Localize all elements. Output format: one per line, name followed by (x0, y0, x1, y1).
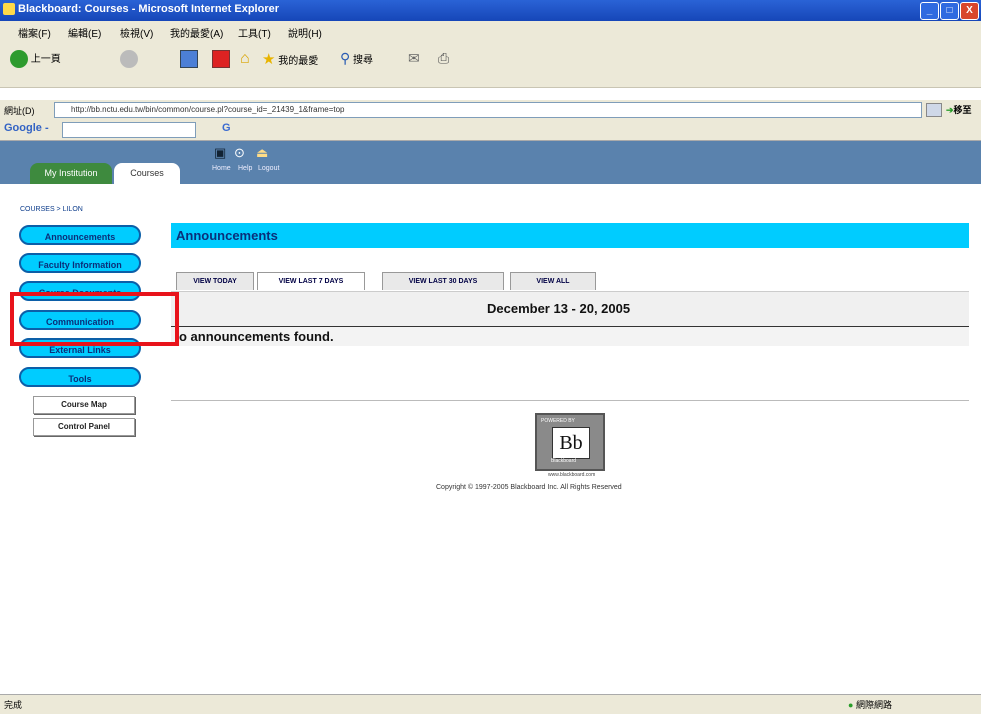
status-bar: 完成 ● 網際網路 (0, 694, 981, 714)
breadcrumb[interactable]: COURSES > LILON (20, 206, 83, 213)
forward-button[interactable] (120, 50, 138, 68)
menu-tools[interactable]: 工具(T) (238, 25, 271, 40)
home-nav-icon[interactable]: ▣ (214, 145, 226, 161)
favorites-button[interactable]: ★ 我的最愛 (262, 50, 318, 68)
help-link[interactable]: Help (238, 165, 252, 172)
menu-file[interactable]: 檔案(F) (18, 25, 51, 40)
highlight-box (10, 292, 179, 346)
home-link[interactable]: Home (212, 165, 231, 172)
divider (171, 400, 969, 401)
tab-view-last-7-days[interactable]: VIEW LAST 7 DAYS (257, 272, 365, 290)
zone-indicator: ● 網際網路 (848, 700, 892, 710)
nav-announcements[interactable]: Announcements (19, 225, 141, 245)
tab-courses[interactable]: Courses (114, 163, 180, 184)
star-icon: ★ (262, 51, 276, 68)
mail-icon[interactable]: ✉ (408, 50, 420, 67)
go-arrow-icon: ➔ (946, 105, 954, 115)
status-text: 完成 (4, 700, 23, 710)
copyright: Copyright © 1997-2005 Blackboard Inc. Al… (436, 484, 622, 491)
menu-favorites[interactable]: 我的最愛(A) (170, 25, 223, 40)
tab-view-today[interactable]: VIEW TODAY (176, 272, 254, 290)
menu-view[interactable]: 檢視(V) (120, 25, 153, 40)
course-map-button[interactable]: Course Map (33, 396, 135, 414)
menu-edit[interactable]: 編輯(E) (68, 25, 101, 40)
control-panel-button[interactable]: Control Panel (33, 418, 135, 436)
nav-faculty-information[interactable]: Faculty Information (19, 253, 141, 273)
nav-tools[interactable]: Tools (19, 367, 141, 387)
date-range: December 13 - 20, 2005 (487, 301, 631, 316)
close-button[interactable]: X (960, 2, 979, 20)
toolbar: 上一頁 ⌂ ★ 我的最愛 ⚲ 搜尋 ✉ ⎙ (0, 41, 981, 88)
bb-header: My Institution Courses ▣ ⊙ ⏏ Home Help L… (0, 141, 981, 184)
tab-view-last-30-days[interactable]: VIEW LAST 30 DAYS (382, 272, 504, 290)
back-button[interactable]: 上一頁 (10, 50, 61, 69)
go-button[interactable]: ➔移至 (946, 103, 972, 116)
print-icon[interactable]: ⎙ (438, 50, 449, 67)
google-search-input[interactable] (62, 122, 196, 138)
forward-icon (120, 50, 138, 68)
content-area (10, 184, 979, 694)
blackboard-logo: POWERED BY Bb Blackboard (535, 413, 605, 471)
stop-icon[interactable] (212, 50, 230, 68)
logo-url[interactable]: www.blackboard.com (548, 472, 595, 478)
home-icon[interactable]: ⌂ (240, 50, 250, 68)
tab-view-all[interactable]: VIEW ALL (510, 272, 596, 290)
window-title: Blackboard: Courses - Microsoft Internet… (18, 3, 279, 15)
logout-link[interactable]: Logout (258, 165, 279, 172)
maximize-button[interactable]: □ (940, 2, 959, 20)
no-announcements-message: o announcements found. (171, 326, 969, 346)
refresh-icon[interactable] (180, 50, 198, 68)
menu-help[interactable]: 說明(H) (288, 25, 322, 40)
date-range-band: December 13 - 20, 2005 (171, 291, 969, 326)
logout-icon[interactable]: ⏏ (256, 145, 268, 161)
ie-icon (3, 3, 15, 15)
globe-icon: ● (848, 700, 854, 710)
google-toolbar: Google - G (0, 120, 981, 141)
address-bar: 網址(D) http://bb.nctu.edu.tw/bin/common/c… (0, 100, 981, 120)
back-icon (10, 50, 28, 69)
address-label: 網址(D) (4, 106, 35, 116)
menu-bar: 檔案(F) 編輯(E) 檢視(V) 我的最愛(A) 工具(T) 說明(H) (0, 21, 981, 41)
tab-my-institution[interactable]: My Institution (30, 163, 112, 184)
address-input[interactable]: http://bb.nctu.edu.tw/bin/common/course.… (54, 102, 922, 118)
search-icon: ⚲ (340, 50, 351, 66)
google-search-button[interactable]: G (222, 122, 231, 134)
dropdown-icon[interactable] (926, 103, 942, 117)
page-title: Announcements (171, 223, 969, 248)
help-icon[interactable]: ⊙ (234, 145, 245, 161)
google-label: Google - (4, 122, 49, 134)
minimize-button[interactable]: _ (920, 2, 939, 20)
window-title-bar: Blackboard: Courses - Microsoft Internet… (0, 0, 981, 21)
search-button[interactable]: ⚲ 搜尋 (340, 50, 373, 67)
